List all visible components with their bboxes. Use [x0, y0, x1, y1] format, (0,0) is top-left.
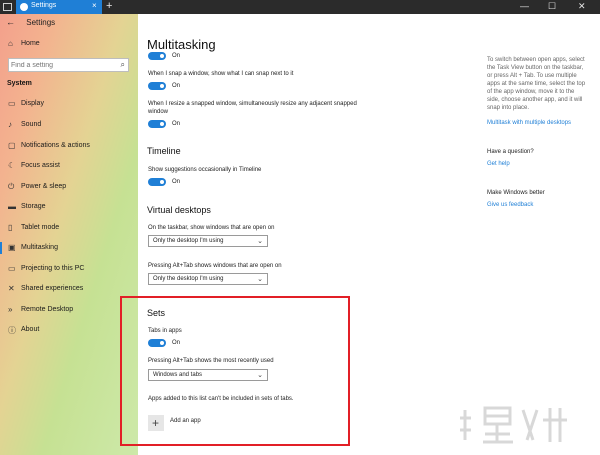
sidebar-item-label: Home: [21, 40, 40, 47]
sidebar-item-focus-assist[interactable]: ☾ Focus assist: [0, 156, 138, 176]
sidebar-item-label: Display: [21, 100, 44, 107]
multitasking-icon: ▣: [8, 243, 16, 252]
sidebar: ← Settings ⌂ Home ⌕ System ▭ Display ♪ S…: [0, 14, 138, 455]
chevron-down-icon: ⌄: [257, 238, 263, 245]
sidebar-item-label: Notifications & actions: [21, 142, 90, 149]
chevron-down-icon: ⌄: [257, 276, 263, 283]
sidebar-item-home[interactable]: ⌂ Home: [0, 34, 138, 54]
sidebar-item-projecting[interactable]: ▭ Projecting to this PC: [0, 259, 138, 279]
make-windows-better-heading: Make Windows better: [487, 190, 545, 196]
feedback-link[interactable]: Give us feedback: [487, 202, 533, 208]
task-view-icon[interactable]: [3, 3, 12, 11]
close-window-button[interactable]: ✕: [578, 1, 586, 12]
power-icon: ⏻: [8, 182, 15, 191]
sidebar-item-label: Projecting to this PC: [21, 265, 85, 272]
tabs-in-apps-label: Tabs in apps: [148, 328, 182, 334]
add-app-button[interactable]: +: [148, 415, 164, 431]
sidebar-item-label: Tablet mode: [21, 224, 60, 231]
question-heading: Have a question?: [487, 149, 534, 155]
toggle-state: On: [172, 83, 181, 89]
home-icon: ⌂: [8, 39, 13, 48]
sidebar-item-label: Multitasking: [21, 244, 58, 251]
search-input[interactable]: [11, 60, 111, 70]
shared-icon: ✕: [8, 284, 15, 293]
sidebar-item-label: Remote Desktop: [21, 306, 74, 313]
sidebar-item-power[interactable]: ⏻ Power & sleep: [0, 177, 138, 197]
timeline-label: Show suggestions occasionally in Timelin…: [148, 167, 262, 173]
sidebar-item-label: Power & sleep: [21, 183, 67, 190]
sidebar-item-tablet-mode[interactable]: ▯ Tablet mode: [0, 218, 138, 238]
tab-close-icon[interactable]: ×: [92, 1, 97, 10]
tablet-icon: ▯: [8, 223, 13, 232]
dropdown-value: Only the desktop I'm using: [153, 238, 224, 244]
dropdown-value: Windows and tabs: [153, 372, 203, 378]
multitasking-tip: To switch between open apps, select the …: [487, 57, 586, 111]
sidebar-item-label: Focus assist: [21, 162, 60, 169]
back-label: Settings: [26, 18, 56, 27]
plus-icon: +: [152, 416, 160, 430]
search-icon[interactable]: ⌕: [121, 60, 125, 70]
recently-used-dropdown[interactable]: Windows and tabs ⌄: [148, 369, 268, 381]
taskbar-windows-dropdown[interactable]: Only the desktop I'm using ⌄: [148, 235, 268, 247]
sets-exclusion-note: Apps added to this list can't be include…: [148, 396, 294, 402]
sound-icon: ♪: [8, 120, 12, 129]
title-bar: Settings × + — ☐ ✕: [0, 0, 600, 14]
storage-icon: ▬: [8, 202, 16, 211]
sidebar-item-storage[interactable]: ▬ Storage: [0, 197, 138, 217]
chevron-down-icon: ⌄: [257, 372, 263, 379]
search-box[interactable]: ⌕: [8, 58, 129, 72]
sidebar-item-label: Shared experiences: [21, 285, 84, 292]
sidebar-item-remote-desktop[interactable]: » Remote Desktop: [0, 300, 138, 320]
tabs-in-apps-toggle[interactable]: [148, 339, 166, 347]
back-arrow-icon: ←: [6, 17, 15, 27]
alttab-windows-dropdown[interactable]: Only the desktop I'm using ⌄: [148, 273, 268, 285]
toggle-state: On: [172, 340, 181, 346]
settings-gear-icon: [20, 3, 28, 11]
focus-assist-icon: ☾: [8, 161, 16, 170]
remote-desktop-icon: »: [8, 305, 13, 314]
taskbar-windows-label: On the taskbar, show windows that are op…: [148, 225, 275, 231]
snap-next-label: When I snap a window, show what I can sn…: [148, 71, 294, 77]
sidebar-item-display[interactable]: ▭ Display: [0, 94, 138, 114]
sets-heading: Sets: [147, 308, 166, 318]
minimize-button[interactable]: —: [520, 1, 529, 11]
sidebar-item-shared-experiences[interactable]: ✕ Shared experiences: [0, 279, 138, 299]
display-icon: ▭: [8, 99, 16, 108]
info-icon: ⓘ: [8, 326, 16, 335]
projecting-icon: ▭: [8, 264, 16, 273]
back-button[interactable]: ← Settings: [6, 17, 55, 27]
sidebar-item-notifications[interactable]: ▢ Notifications & actions: [0, 136, 138, 156]
sidebar-item-label: Storage: [21, 203, 46, 210]
resize-snapped-label: When I resize a snapped window, simultan…: [148, 101, 357, 115]
maximize-button[interactable]: ☐: [548, 1, 556, 12]
tab-settings[interactable]: Settings ×: [16, 0, 102, 14]
snap-windows-toggle[interactable]: [148, 52, 166, 60]
tab-title: Settings: [31, 2, 57, 9]
sidebar-item-multitasking[interactable]: ▣ Multitasking: [0, 238, 138, 258]
sidebar-item-label: Sound: [21, 121, 42, 128]
notifications-icon: ▢: [8, 141, 16, 150]
new-tab-button[interactable]: +: [106, 0, 112, 12]
toggle-state: On: [172, 53, 181, 59]
toggle-state: On: [172, 121, 181, 127]
toggle-state: On: [172, 179, 181, 185]
sidebar-item-about[interactable]: ⓘ About: [0, 320, 138, 340]
snap-next-toggle[interactable]: [148, 82, 166, 90]
resize-snapped-toggle[interactable]: [148, 120, 166, 128]
virtual-desktops-heading: Virtual desktops: [147, 205, 211, 215]
add-app-label[interactable]: Add an app: [170, 418, 201, 424]
section-label: System: [7, 80, 32, 87]
watermark-logo: [460, 406, 567, 444]
recently-used-label: Pressing Alt+Tab shows the most recently…: [148, 358, 274, 364]
get-help-link[interactable]: Get help: [487, 161, 510, 167]
sidebar-item-sound[interactable]: ♪ Sound: [0, 115, 138, 135]
alttab-windows-label: Pressing Alt+Tab shows windows that are …: [148, 263, 282, 269]
dropdown-value: Only the desktop I'm using: [153, 276, 224, 282]
timeline-heading: Timeline: [147, 146, 181, 156]
multitask-desktops-link[interactable]: Multitask with multiple desktops: [487, 120, 571, 126]
page-title: Multitasking: [147, 37, 216, 52]
timeline-toggle[interactable]: [148, 178, 166, 186]
sidebar-item-label: About: [21, 326, 40, 333]
